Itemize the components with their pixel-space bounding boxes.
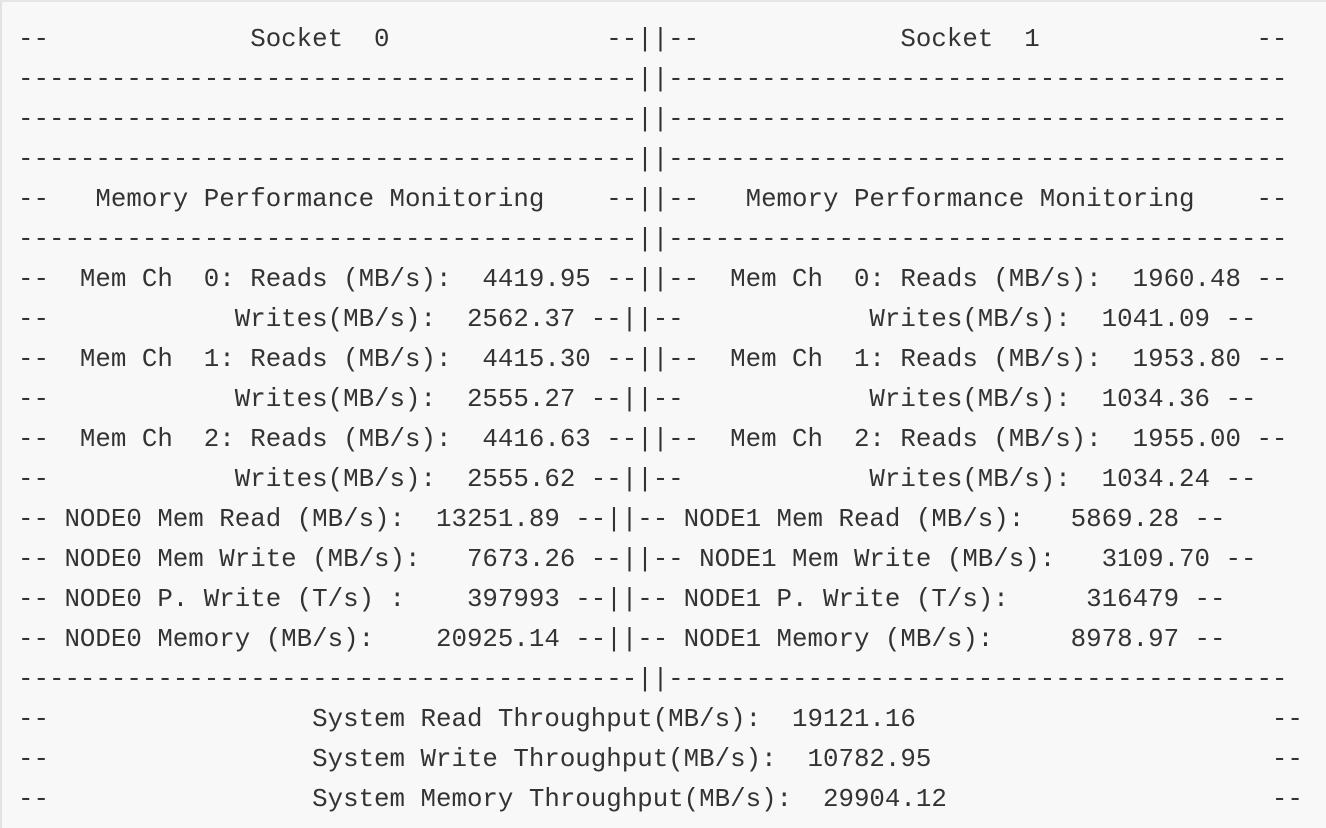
section-title-line: -- Memory Performance Monitoring --||-- … [18,185,1288,214]
node-memory-line: -- NODE0 Memory (MB/s): 20925.14 --||-- … [18,625,1226,654]
mem-ch1-writes-line: -- Writes(MB/s): 2555.27 --||-- Writes(M… [18,385,1257,414]
node-mem-write-line: -- NODE0 Mem Write (MB/s): 7673.26 --||-… [18,545,1257,574]
system-write-throughput-line: -- System Write Throughput(MB/s): 10782.… [18,745,1303,774]
mem-ch0-writes-line: -- Writes(MB/s): 2562.37 --||-- Writes(M… [18,305,1257,334]
separator-line: ----------------------------------------… [18,65,1288,94]
mem-ch2-reads-line: -- Mem Ch 2: Reads (MB/s): 4416.63 --||-… [18,425,1288,454]
separator-line: ----------------------------------------… [18,665,1288,694]
mem-ch0-reads-line: -- Mem Ch 0: Reads (MB/s): 4419.95 --||-… [18,265,1288,294]
system-read-throughput-line: -- System Read Throughput(MB/s): 19121.1… [18,705,1303,734]
mem-ch2-writes-line: -- Writes(MB/s): 2555.62 --||-- Writes(M… [18,465,1257,494]
terminal-output: -- Socket 0 --||-- Socket 1 -- ---------… [0,0,1326,828]
separator-line: ----------------------------------------… [18,145,1288,174]
node-p-write-line: -- NODE0 P. Write (T/s) : 397993 --||-- … [18,585,1226,614]
separator-line: ----------------------------------------… [18,105,1288,134]
separator-line: ----------------------------------------… [18,225,1288,254]
system-memory-throughput-line: -- System Memory Throughput(MB/s): 29904… [18,785,1303,814]
node-mem-read-line: -- NODE0 Mem Read (MB/s): 13251.89 --||-… [18,505,1226,534]
socket-header-line: -- Socket 0 --||-- Socket 1 -- [18,25,1288,54]
mem-ch1-reads-line: -- Mem Ch 1: Reads (MB/s): 4415.30 --||-… [18,345,1288,374]
